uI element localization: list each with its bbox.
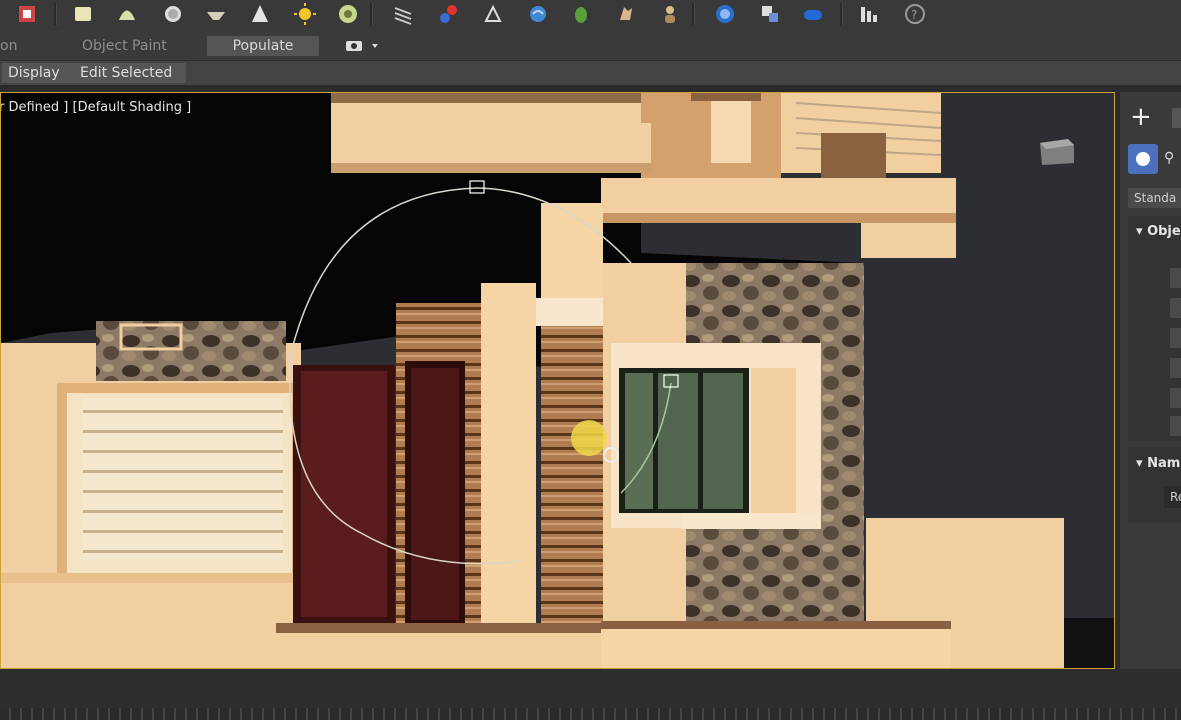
shapes-button-icon[interactable]: ⚲ — [1164, 150, 1174, 166]
rollout-arrow-icon: ▾ — [1136, 224, 1148, 239]
object-type-button[interactable] — [1170, 388, 1181, 408]
house-render — [1, 93, 1114, 668]
object-type-button[interactable] — [1170, 268, 1181, 288]
timeline-track[interactable] — [0, 708, 1181, 720]
object-type-button[interactable] — [1170, 298, 1181, 318]
spot-light-icon[interactable] — [247, 2, 273, 26]
box-icon[interactable] — [70, 2, 96, 26]
viewcube-icon[interactable] — [1036, 135, 1076, 167]
stats-icon[interactable] — [856, 2, 882, 26]
link-icon[interactable] — [757, 2, 783, 26]
sun-icon[interactable] — [292, 2, 318, 26]
hand-tool-icon[interactable] — [612, 2, 638, 26]
object-type-rollout: ▾ Obje — [1128, 216, 1181, 441]
create-tab-icon[interactable]: + — [1130, 104, 1152, 130]
object-type-button[interactable] — [1170, 358, 1181, 378]
bowl-icon[interactable] — [203, 2, 229, 26]
render-setup-icon[interactable] — [480, 2, 506, 26]
ribbon-display-toggle[interactable] — [344, 38, 382, 54]
capsule-icon[interactable] — [800, 2, 826, 26]
ribbon-tab-row: on Object Paint Populate — [0, 30, 1181, 60]
viewport-label[interactable]: er Defined ] [Default Shading ] — [1, 100, 191, 115]
toolbar-separator — [692, 3, 695, 25]
object-type-rollout-label: Obje — [1147, 224, 1181, 239]
edit-selected-button[interactable]: Edit Selected — [74, 63, 186, 83]
object-name-field[interactable]: Re — [1164, 486, 1181, 508]
material-icon[interactable] — [525, 2, 551, 26]
object-type-button[interactable] — [1170, 416, 1181, 436]
globe-icon[interactable] — [712, 2, 738, 26]
ribbon-sub-row: Display Edit Selected — [0, 60, 1181, 85]
object-category-dropdown[interactable]: Standa — [1128, 188, 1181, 208]
toolbar-separator — [840, 3, 843, 25]
tab-populate[interactable]: Populate — [207, 36, 319, 56]
perspective-viewport[interactable]: er Defined ] [Default Shading ] — [0, 92, 1115, 669]
object-type-button[interactable] — [1170, 328, 1181, 348]
target-icon[interactable] — [335, 2, 361, 26]
tab-object-paint[interactable]: Object Paint — [76, 36, 173, 56]
svg-text:?: ? — [911, 8, 917, 22]
tab-selection[interactable]: on — [0, 36, 23, 56]
sphere-light-icon[interactable] — [114, 2, 140, 26]
toolbar-separator — [54, 3, 57, 25]
modify-tab-icon[interactable] — [1172, 108, 1181, 128]
display-button[interactable]: Display — [2, 63, 74, 83]
help-icon[interactable]: ? — [902, 2, 928, 26]
person-icon[interactable] — [657, 2, 683, 26]
name-color-rollout-label: Nam — [1147, 456, 1181, 471]
light-source-icon[interactable] — [571, 420, 607, 456]
rollout-arrow-icon: ▾ — [1136, 456, 1148, 471]
main-toolbar: ? — [0, 0, 1181, 31]
name-color-rollout: ▾ Nam Re — [1128, 448, 1181, 523]
grid-lines-icon[interactable] — [390, 2, 416, 26]
paint-icon[interactable] — [436, 2, 462, 26]
geometry-button-icon[interactable] — [1128, 144, 1158, 174]
scene-icon[interactable] — [14, 2, 40, 26]
toolbar-separator — [370, 3, 373, 25]
circle-icon[interactable] — [160, 2, 186, 26]
command-panel: + ⚲ Standa ▾ Obje ▾ Nam Re — [1120, 92, 1181, 669]
plant-icon[interactable] — [568, 2, 594, 26]
